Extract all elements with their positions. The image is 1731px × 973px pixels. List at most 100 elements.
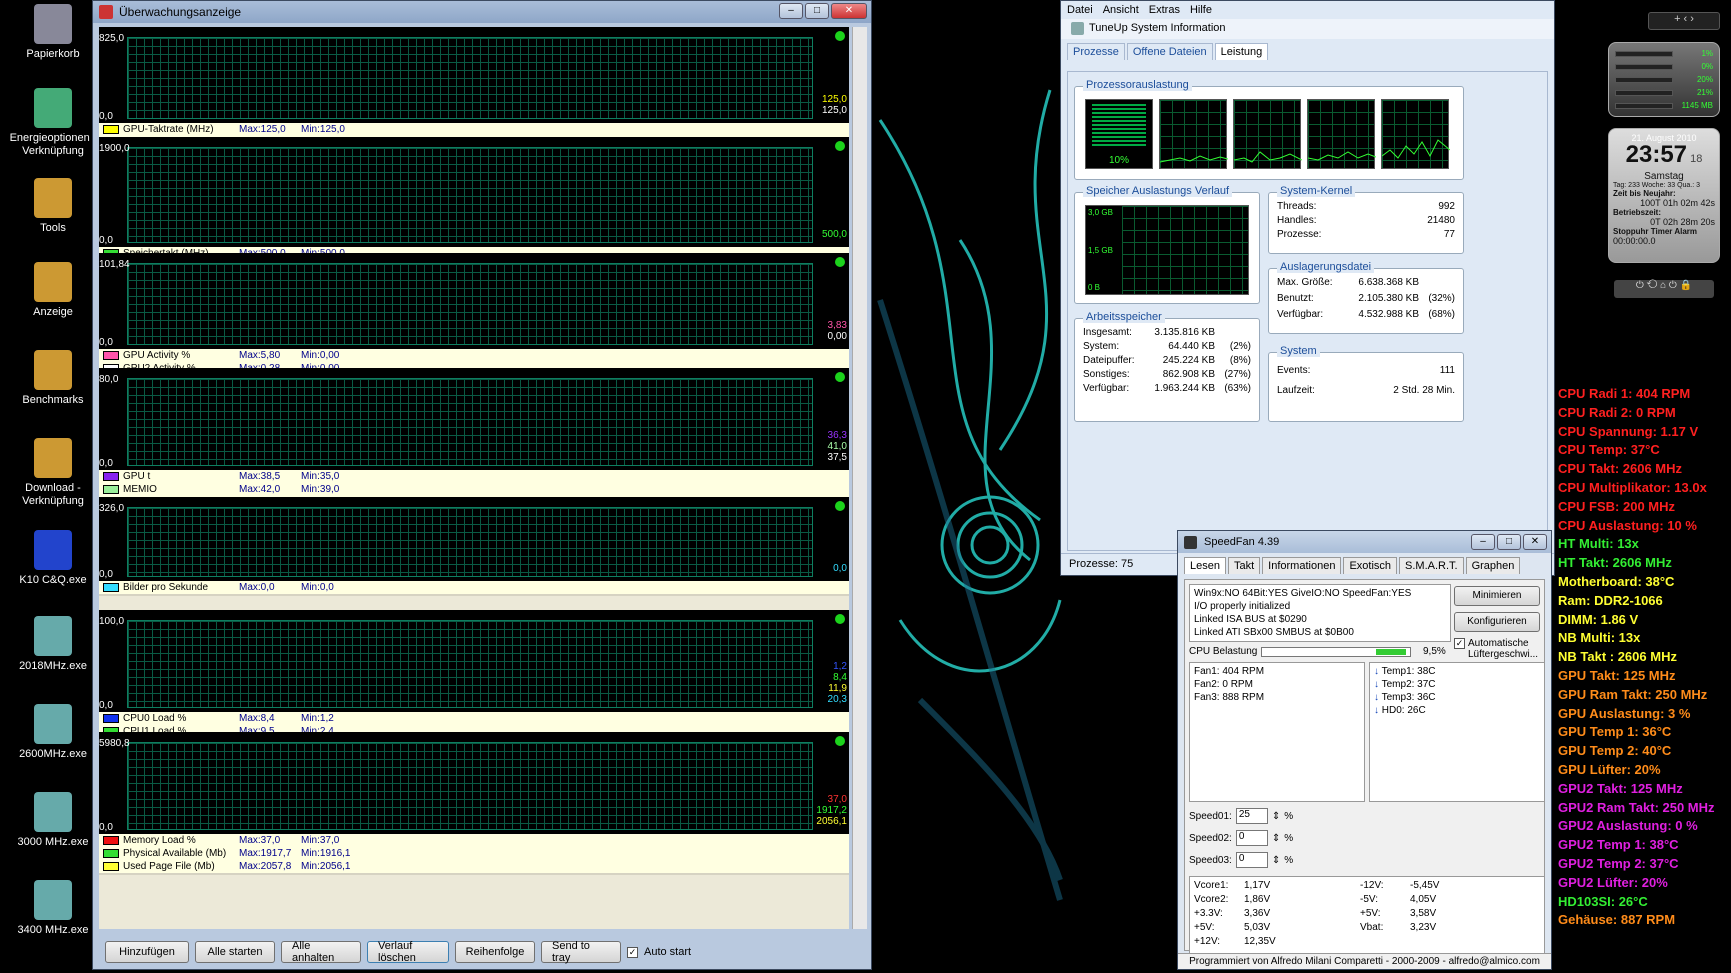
desktop-icon[interactable]: 3000 MHz.exe — [8, 792, 98, 849]
sensor-line: CPU Temp: 37°C — [1558, 442, 1660, 458]
shortcut-icon — [34, 262, 72, 302]
shortcut-icon — [34, 350, 72, 390]
desktop-icon[interactable]: 2018MHz.exe — [8, 616, 98, 673]
speedfan-tab[interactable]: Graphen — [1465, 557, 1521, 574]
gadget-toolbar[interactable]: + ‹ › — [1648, 12, 1720, 30]
desktop-icon[interactable]: Papierkorb — [8, 4, 98, 61]
reading-line: ↓ Temp1: 38C — [1374, 665, 1540, 678]
spinner-icon[interactable]: ⇕ — [1272, 833, 1280, 844]
order-button[interactable]: Reihenfolge — [455, 941, 535, 963]
legend-row[interactable]: Memory Load % Max:37,0 Min:37,0 — [99, 834, 849, 847]
speedfan-maximize-button[interactable]: □ — [1497, 534, 1521, 550]
speedfan-tabs: Lesen Takt Informationen Exotisch S.M.A.R.T.… — [1178, 553, 1551, 574]
stopwatch-tabs[interactable]: Stoppuhr Timer Alarm — [1609, 227, 1719, 236]
legend-row[interactable]: Physical Available (Mb) Max:1917,7 Min:191… — [99, 847, 849, 860]
menu-item[interactable]: Datei — [1067, 4, 1093, 16]
y-axis-min: 0,0 — [99, 700, 113, 711]
voltage-label: -12V: — [1360, 880, 1384, 891]
speedfan-tab[interactable]: Exotisch — [1343, 557, 1398, 574]
current-value: 0,00 — [827, 331, 847, 342]
speed-input[interactable]: 25 — [1235, 808, 1268, 824]
monitor-window[interactable]: Überwachungsanzeige – □ ✕ 825,0 0,0 125,0 1… — [92, 0, 872, 970]
info-value: 862.908 KB — [1162, 369, 1215, 380]
info-percent: (2%) — [1229, 341, 1251, 352]
legend-row[interactable]: MEMIO Max:42,0 Min:39,0 — [99, 483, 849, 496]
legend-row[interactable]: Bilder pro Sekunde Max:0,0 Min:0,0 — [99, 581, 849, 594]
series-min: Min:0,00 — [301, 350, 340, 361]
speedfan-window[interactable]: SpeedFan 4.39 – □ ✕ Lesen Takt Information… — [1177, 530, 1552, 970]
speedfan-log: Win9x:NO 64Bit:YES GiveIO:NO SpeedFan:YE… — [1189, 584, 1451, 642]
panel-legend: Memory Load % Max:37,0 Min:37,0 Physical Av… — [99, 834, 849, 873]
add-button[interactable]: Hinzufügen — [105, 941, 189, 963]
speedfan-tab[interactable]: S.M.A.R.T. — [1399, 557, 1464, 574]
series-max: Max:38,5 — [239, 471, 281, 482]
speedfan-minimize-button[interactable]: – — [1471, 534, 1495, 550]
configure-button[interactable]: Konfigurieren — [1454, 612, 1540, 632]
send-to-tray-button[interactable]: Send to tray — [541, 940, 621, 964]
legend-row[interactable]: GPU t Max:38,5 Min:35,0 — [99, 470, 849, 483]
menu-item[interactable]: Extras — [1149, 4, 1180, 16]
desktop-icon[interactable]: K10 C&Q.exe — [8, 530, 98, 587]
sensor-line: HT Takt: 2606 MHz — [1558, 555, 1672, 571]
current-value: 37,0 — [827, 794, 847, 805]
cpu-usage-title: Prozessorauslastung — [1083, 79, 1192, 91]
speedfan-tab[interactable]: Takt — [1227, 557, 1261, 574]
info-row: Handles: 21480 — [1277, 215, 1455, 226]
clear-history-button[interactable]: Verlauf löschen — [367, 940, 449, 964]
reading-line: ↓ Temp2: 37C — [1374, 678, 1540, 691]
desktop-icon[interactable]: Download - Verknüpfung — [8, 438, 98, 508]
auto-fan-checkbox[interactable]: ✓ — [1454, 638, 1465, 649]
clock-gadget[interactable]: 21. August 2010 23:57 18 Samstag Tag: 23… — [1608, 128, 1720, 263]
shortcut-icon — [34, 438, 72, 478]
speed-input[interactable]: 0 — [1235, 852, 1268, 868]
cpu-core-graph — [1307, 99, 1377, 169]
desktop-icon[interactable]: 3400 MHz.exe — [8, 880, 98, 937]
power-gadget[interactable]: ⏻ ⟲ ⌂ ⏻ 🔒 — [1614, 280, 1714, 298]
monitor-titlebar[interactable]: Überwachungsanzeige – □ ✕ — [93, 1, 871, 23]
speedfan-tab[interactable]: Lesen — [1184, 557, 1226, 574]
desktop-icon[interactable]: Benchmarks — [8, 350, 98, 407]
stop-all-button[interactable]: Alle anhalten — [281, 940, 361, 964]
legend-row[interactable]: CPU0 Load % Max:8,4 Min:1,2 — [99, 712, 849, 725]
minimize-tray-button[interactable]: Minimieren — [1454, 586, 1540, 606]
close-button[interactable]: ✕ — [831, 3, 867, 19]
cpu-usage-group: Prozessorauslastung 10% — [1074, 79, 1464, 180]
legend-row[interactable]: Used Page File (Mb) Max:2057,8 Min:2056,1 — [99, 860, 849, 873]
auto-fan-option[interactable]: ✓ Automatische Lüftergeschwi... — [1454, 638, 1540, 660]
reading-text: Fan2: 0 RPM — [1194, 679, 1253, 690]
speedfan-footer: Programmiert von Alfredo Milani Comparet… — [1178, 953, 1551, 969]
minimize-button[interactable]: – — [779, 3, 803, 19]
cpu-meter-gadget[interactable]: 1% 0% 20% 21% 1145 MB — [1608, 42, 1720, 117]
info-key: System: — [1083, 341, 1120, 352]
tuneup-window[interactable]: Datei Ansicht Extras Hilfe TuneUp System In… — [1060, 0, 1555, 576]
shortcut-icon — [34, 704, 72, 744]
legend-row[interactable]: GPU-Taktrate (MHz) Max:125,0 Min:125,0 — [99, 123, 849, 136]
desktop-icon[interactable]: Energieoptionen - Verknüpfung — [8, 88, 98, 158]
info-value: 2.105.380 KB — [1358, 293, 1419, 304]
legend-row[interactable]: GPU Activity % Max:5,80 Min:0,00 — [99, 349, 849, 362]
tuneup-tab[interactable]: Offene Dateien — [1126, 43, 1213, 60]
series-color-swatch — [103, 472, 119, 481]
y-axis-min: 0,0 — [99, 569, 113, 580]
start-all-button[interactable]: Alle starten — [195, 941, 275, 963]
speedfan-close-button[interactable]: ✕ — [1523, 534, 1547, 550]
sensor-line: GPU Auslastung: 3 % — [1558, 705, 1691, 721]
desktop-icon[interactable]: 2600MHz.exe — [8, 704, 98, 761]
system-title: System — [1277, 345, 1320, 357]
maximize-button[interactable]: □ — [805, 3, 829, 19]
autostart-checkbox[interactable]: ✓ — [627, 946, 638, 958]
reading-line: Fan2: 0 RPM — [1194, 678, 1360, 691]
tuneup-tab[interactable]: Leistung — [1214, 43, 1269, 60]
spinner-icon[interactable]: ⇕ — [1272, 855, 1280, 866]
speed-input[interactable]: 0 — [1235, 830, 1268, 846]
current-value: 20,3 — [827, 694, 847, 705]
menu-item[interactable]: Hilfe — [1190, 4, 1212, 16]
monitor-scrollbar[interactable] — [852, 27, 867, 929]
speedfan-tab[interactable]: Informationen — [1262, 557, 1342, 574]
menu-item[interactable]: Ansicht — [1103, 4, 1139, 16]
tuneup-tab[interactable]: Prozesse — [1067, 43, 1125, 60]
desktop-icon[interactable]: Tools — [8, 178, 98, 235]
desktop-icon[interactable]: Anzeige — [8, 262, 98, 319]
info-value: 245.224 KB — [1162, 355, 1215, 366]
spinner-icon[interactable]: ⇕ — [1272, 811, 1280, 822]
